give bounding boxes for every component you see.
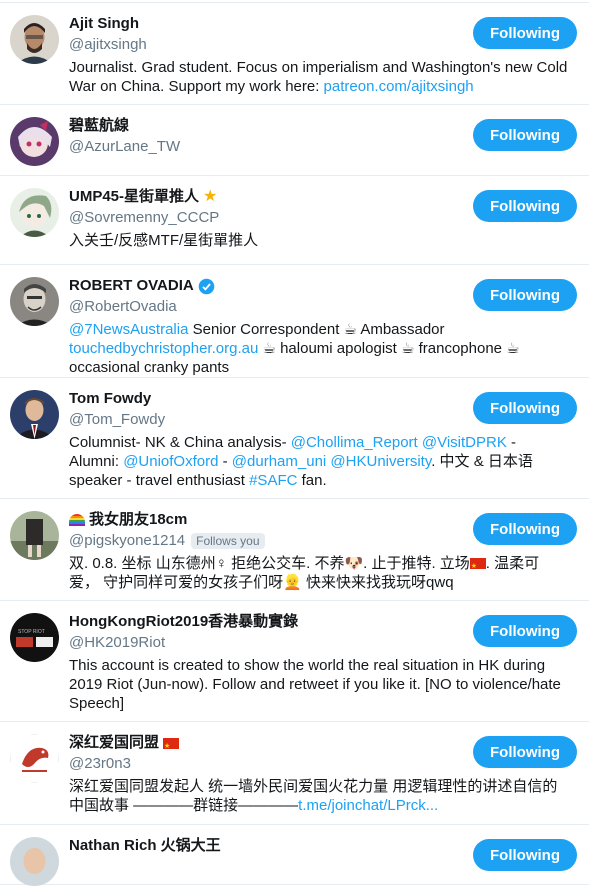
user-bio: Journalist. Grad student. Focus on imper… — [69, 58, 569, 96]
following-button[interactable]: Following — [473, 17, 577, 49]
following-button[interactable]: Following — [473, 736, 577, 768]
avatar[interactable] — [10, 511, 59, 560]
user-row[interactable]: STOP RIOT HongKongRiot2019香港暴動實錄 @HK2019… — [0, 601, 589, 722]
bio-link[interactable]: @UniofOxford — [123, 453, 218, 470]
bio-link[interactable]: @HKUniversity — [330, 453, 431, 470]
bio-text: Journalist. Grad student. Focus on imper… — [69, 59, 568, 95]
avatar[interactable] — [10, 117, 59, 166]
bio-text: Columnist- NK & China analysis- — [69, 434, 291, 451]
avatar[interactable] — [10, 15, 59, 64]
avatar[interactable] — [10, 837, 59, 886]
bio-link[interactable]: touchedbychristopher.org.au — [69, 340, 258, 357]
user-row[interactable]: Ajit Singh @ajitxsingh Journalist. Grad … — [0, 2, 589, 105]
user-name-text[interactable]: ROBERT OVADIA — [69, 276, 194, 296]
user-row[interactable]: UMP45-星街單推人 ★ @Sovremenny_CCCP 入关壬/反感MTF/… — [0, 176, 589, 265]
user-row[interactable]: 深红爱国同盟 @23r0n3 深红爱国同盟发起人 统一墙外民间爱国火花力量 用逻… — [0, 722, 589, 825]
user-bio: This account is created to show the worl… — [69, 656, 569, 713]
user-name-text[interactable]: 深红爱国同盟 — [69, 733, 159, 753]
following-button[interactable]: Following — [473, 279, 577, 311]
star-emoji-icon: ★ — [203, 188, 218, 205]
user-handle[interactable]: @RobertOvadia — [69, 298, 177, 315]
following-button[interactable]: Following — [473, 392, 577, 424]
follows-you-badge: Follows you — [191, 532, 265, 549]
following-button[interactable]: Following — [473, 839, 577, 871]
bio-link[interactable]: @7NewsAustralia — [69, 321, 188, 338]
china-flag-icon — [469, 557, 486, 576]
bio-text: This account is created to show the worl… — [69, 657, 561, 712]
bio-link[interactable]: @Chollima_Report — [291, 434, 418, 451]
following-button[interactable]: Following — [473, 513, 577, 545]
bio-link[interactable]: @durham_uni — [232, 453, 326, 470]
following-list: Ajit Singh @ajitxsingh Journalist. Grad … — [0, 2, 589, 886]
following-button[interactable]: Following — [473, 615, 577, 647]
user-handle[interactable]: @Sovremenny_CCCP — [69, 209, 219, 226]
user-handle[interactable]: @HK2019Riot — [69, 634, 165, 651]
svg-text:STOP RIOT: STOP RIOT — [18, 629, 45, 635]
user-bio: 深红爱国同盟发起人 统一墙外民间爱国火花力量 用逻辑理性的讲述自信的中国故事 —… — [69, 777, 569, 815]
verified-badge-icon — [198, 278, 215, 294]
user-bio: 双. 0.8. 坐标 山东德州♀ 拒绝公交车. 不养🐶. 止于推特. 立场. 温… — [69, 554, 569, 592]
following-button[interactable]: Following — [473, 190, 577, 222]
bio-text: fan. — [297, 472, 327, 489]
bio-text: 双. 0.8. 坐标 山东德州♀ 拒绝公交车. 不养🐶. 止于推特. 立场 — [69, 555, 470, 572]
user-row[interactable]: Tom Fowdy @Tom_Fowdy Columnist- NK & Chi… — [0, 378, 589, 499]
avatar[interactable] — [10, 734, 59, 783]
bio-link[interactable]: patreon.com/ajitxsingh — [324, 78, 474, 95]
user-row[interactable]: 我女朋友18cm @pigskyone1214 Follows you 双. 0.… — [0, 499, 589, 601]
bio-link[interactable]: @VisitDPRK — [422, 434, 507, 451]
user-handle[interactable]: @AzurLane_TW — [69, 138, 180, 155]
following-button[interactable]: Following — [473, 119, 577, 151]
rainbow-icon — [69, 514, 85, 526]
user-bio: 入关壬/反感MTF/星街單推人 — [69, 231, 569, 250]
china-flag-icon — [163, 737, 180, 757]
bio-text: - — [218, 453, 232, 470]
avatar[interactable] — [10, 390, 59, 439]
user-bio: @7NewsAustralia Senior Correspondent ☕ A… — [69, 320, 569, 377]
user-name-text[interactable]: 我女朋友18cm — [89, 510, 187, 530]
user-handle[interactable]: @23r0n3 — [69, 755, 131, 772]
user-row[interactable]: Nathan Rich 火锅大王 Following — [0, 825, 589, 886]
bio-text: 入关壬/反感MTF/星街單推人 — [69, 232, 259, 249]
user-handle[interactable]: @pigskyone1214 — [69, 532, 185, 549]
avatar[interactable] — [10, 277, 59, 326]
user-handle[interactable]: @ajitxsingh — [69, 36, 147, 53]
user-handle[interactable]: @Tom_Fowdy — [69, 411, 165, 428]
user-bio: Columnist- NK & China analysis- @Chollim… — [69, 433, 569, 490]
bio-link[interactable]: t.me/joinchat/LPrck... — [298, 797, 438, 814]
bio-text: Senior Correspondent ☕ Ambassador — [188, 321, 445, 338]
bio-link[interactable]: #SAFC — [249, 472, 297, 489]
avatar[interactable]: STOP RIOT — [10, 613, 59, 662]
user-row[interactable]: 碧藍航線 @AzurLane_TW Following — [0, 105, 589, 176]
user-name-text[interactable]: UMP45-星街單推人 — [69, 187, 199, 207]
avatar[interactable] — [10, 188, 59, 237]
user-row[interactable]: ROBERT OVADIA @RobertOvadia @7NewsAustra… — [0, 265, 589, 378]
